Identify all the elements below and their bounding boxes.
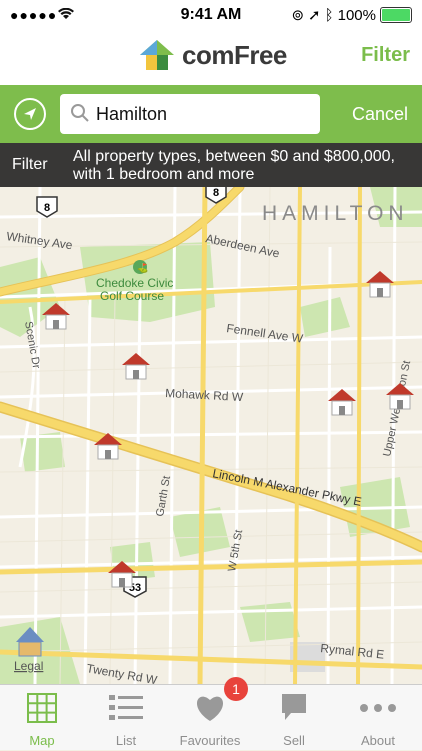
brand-name: comFree — [182, 39, 287, 70]
app-header: comFree Filter — [0, 30, 422, 85]
tab-list[interactable]: List — [84, 685, 168, 751]
city-label: HAMILTON — [262, 202, 409, 225]
tab-about-label: About — [361, 733, 395, 748]
heart-icon — [196, 696, 224, 721]
location-arrow-icon: ➚ — [308, 7, 321, 24]
tab-bar: Map List Favourites 1 Sell About — [0, 677, 422, 751]
bluetooth-icon: ᛒ — [324, 6, 334, 24]
tab-list-label: List — [115, 733, 137, 748]
tab-about[interactable]: About — [336, 685, 420, 751]
svg-text:8: 8 — [213, 187, 219, 199]
battery-indicator: ⊚ ➚ ᛒ 100% — [291, 6, 412, 24]
legal-label[interactable]: Legal — [14, 659, 43, 673]
filter-summary-label: Filter — [12, 156, 48, 173]
house-logo-icon — [140, 40, 174, 70]
speech-bubble-icon — [282, 694, 306, 720]
map-view[interactable]: HAMILTON Whitney Ave Aberdeen Ave Fennel… — [0, 187, 422, 684]
filter-summary-bar[interactable]: Filter All property types, between $0 an… — [0, 143, 422, 187]
golf-course-label: Chedoke Civic Golf Course — [96, 276, 173, 303]
filter-summary-text: All property types, between $0 and $800,… — [73, 148, 395, 183]
svg-text:8: 8 — [44, 202, 50, 214]
more-dots-icon — [360, 704, 396, 712]
rotation-lock-icon: ⊚ — [291, 7, 305, 24]
search-input[interactable] — [96, 94, 306, 134]
location-arrow-icon — [24, 108, 36, 120]
list-icon — [109, 695, 143, 720]
search-field[interactable] — [60, 94, 320, 134]
cancel-button[interactable]: Cancel — [352, 104, 408, 125]
map-canvas[interactable]: HAMILTON Whitney Ave Aberdeen Ave Fennel… — [0, 187, 422, 684]
battery-percent: 100% — [337, 6, 376, 24]
svg-text:⛳: ⛳ — [137, 262, 148, 274]
search-bar: Cancel — [0, 85, 422, 143]
tab-map-label: Map — [29, 733, 55, 748]
tab-sell-label: Sell — [283, 733, 305, 748]
tab-map[interactable]: Map — [0, 685, 84, 751]
battery-icon — [380, 7, 412, 23]
status-bar: ●●●●● 9:41 AM ⊚ ➚ ᛒ 100% — [0, 0, 422, 30]
search-icon — [71, 104, 89, 122]
tab-favourites-label: Favourites — [179, 733, 241, 748]
favourites-badge: 1 — [224, 677, 248, 701]
comfree-logo: comFree — [138, 38, 287, 72]
tab-sell[interactable]: Sell — [252, 685, 336, 751]
grid-map-icon — [27, 693, 57, 723]
current-location-button[interactable] — [14, 98, 46, 130]
filter-button[interactable]: Filter — [361, 44, 410, 67]
